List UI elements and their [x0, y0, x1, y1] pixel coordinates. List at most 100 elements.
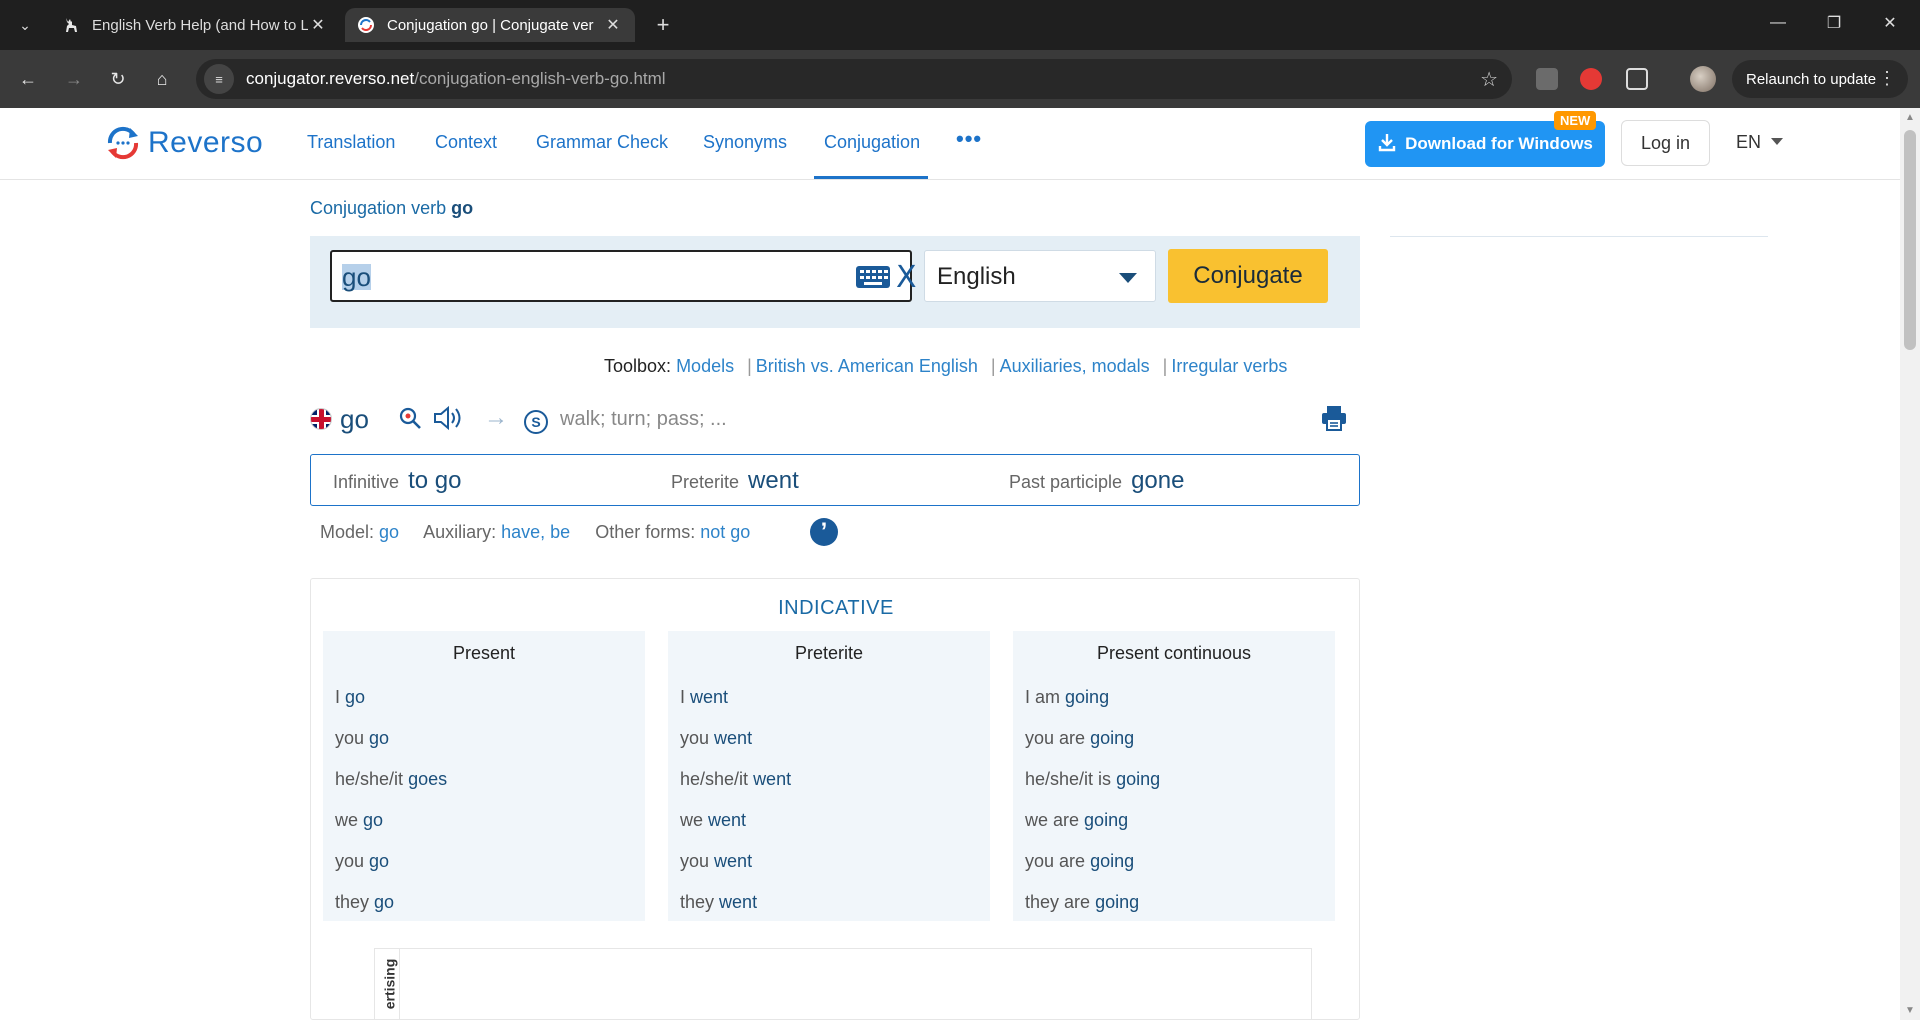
close-window-icon[interactable]: ✕ [1870, 8, 1910, 38]
verb-input[interactable]: go X [330, 250, 917, 302]
toolbox: Toolbox: Models | British vs. American En… [604, 356, 1287, 377]
synonyms-list[interactable]: walk; turn; pass; ... [560, 408, 727, 431]
search-examples-icon[interactable] [398, 406, 422, 436]
nav-synonyms[interactable]: Synonyms [703, 132, 787, 153]
nav-context[interactable]: Context [435, 132, 497, 153]
adblock-extension-icon[interactable] [1580, 68, 1602, 90]
conjugation-row: we went [680, 810, 747, 830]
sidebar-divider [1390, 236, 1768, 237]
page-scrollbar[interactable]: ▲ ▼ [1900, 108, 1920, 1020]
profile-avatar[interactable] [1690, 66, 1716, 92]
download-icon [1377, 132, 1397, 157]
new-badge: NEW [1554, 111, 1597, 130]
close-tab-icon[interactable]: ✕ [603, 15, 623, 35]
infinitive-form: Infinitive to go [333, 467, 462, 494]
verb-heading-line: go → S walk; turn; pass; ... [310, 400, 1360, 440]
uk-flag-icon [310, 408, 332, 430]
back-arrow-icon[interactable]: ← [14, 65, 42, 93]
tense-present-continuous: Present continuous I am going you are go… [1013, 631, 1335, 921]
browser-menu-icon[interactable]: ⋮ [1878, 68, 1896, 89]
tense-header: Present [452, 643, 516, 663]
conjugation-row: he/she/it goes [335, 769, 448, 789]
indicative-title: INDICATIVE [778, 597, 894, 619]
conjugate-button[interactable]: Conjugate [1168, 249, 1328, 303]
browser-tab-verb-help[interactable]: English Verb Help (and How to L ✕ [50, 8, 340, 42]
tab-title: English Verb Help (and How to L [92, 16, 308, 34]
more-menu-icon[interactable]: ••• [956, 126, 982, 152]
conjugation-row: we are going [1025, 810, 1129, 830]
url-text: conjugator.reverso.net/conjugation-engli… [246, 69, 666, 88]
reverso-logo[interactable]: Reverso [104, 124, 263, 162]
forward-arrow-icon[interactable]: → [60, 65, 88, 93]
conjugation-row: you go [335, 851, 390, 871]
conjugation-row: I went [680, 687, 729, 707]
extension-icon[interactable] [1536, 68, 1558, 90]
toolbox-label: Toolbox: [604, 356, 672, 376]
close-tab-icon[interactable]: ✕ [308, 15, 328, 35]
toolbox-link-auxiliaries[interactable]: Auxiliaries, modals [1000, 356, 1150, 376]
tense-present: Present I go you go he/she/it goes we go… [323, 631, 645, 921]
conjugation-row: I am going [1025, 687, 1110, 707]
contractions-toggle-icon[interactable]: ’ [810, 518, 838, 546]
nav-grammar-check[interactable]: Grammar Check [536, 132, 668, 153]
address-bar[interactable]: ≡ conjugator.reverso.net/conjugation-eng… [196, 59, 1512, 99]
advertising-label: ertising [374, 948, 400, 1020]
scroll-thumb[interactable] [1904, 130, 1916, 350]
principal-forms-box: Infinitive to go Preterite went Past par… [310, 454, 1360, 506]
new-tab-plus-icon[interactable]: + [650, 12, 676, 38]
extensions-puzzle-icon[interactable] [1626, 68, 1648, 90]
speaker-icon[interactable] [432, 404, 464, 439]
browser-tab-conjugation[interactable]: Conjugation go | Conjugate ver ✕ [345, 8, 635, 42]
auxiliary-link[interactable]: have, be [501, 522, 570, 542]
reverso-logo-icon [107, 126, 139, 160]
advertising-slot [374, 948, 1312, 1020]
scroll-up-icon[interactable]: ▲ [1905, 112, 1915, 123]
model-info-line: Model: go Auxiliary: have, be Other form… [320, 522, 751, 542]
conjugation-row: you are going [1025, 728, 1135, 748]
bookmark-star-icon[interactable]: ☆ [1480, 67, 1498, 92]
restore-icon[interactable]: ❐ [1814, 8, 1854, 38]
divider: | [747, 356, 752, 376]
conjugation-row: you went [680, 851, 753, 871]
reverso-favicon-icon [357, 16, 375, 34]
print-icon[interactable] [1320, 404, 1348, 431]
reload-icon[interactable]: ↻ [104, 65, 132, 93]
conjugation-row: you went [680, 728, 753, 748]
divider: | [1162, 356, 1168, 376]
conjugation-row: they are going [1025, 892, 1140, 912]
conjugation-row: I go [335, 687, 366, 707]
model-link[interactable]: go [379, 522, 399, 542]
clear-input-icon[interactable]: X [896, 260, 917, 295]
verb-heading: go [340, 404, 369, 434]
language-dropdown-value: English [937, 263, 1016, 290]
scroll-down-icon[interactable]: ▼ [1905, 1005, 1915, 1016]
conjugation-row: you are going [1025, 851, 1135, 871]
conjugation-row: they went [680, 892, 758, 912]
virtual-keyboard-icon[interactable] [856, 266, 890, 288]
login-button[interactable]: Log in [1621, 120, 1710, 166]
logo-text: Reverso [148, 126, 264, 159]
relaunch-button[interactable]: Relaunch to update ⋮ [1732, 60, 1908, 98]
minimize-icon[interactable]: — [1758, 8, 1798, 38]
nav-translation[interactable]: Translation [307, 132, 395, 153]
past-participle-form: Past participle gone [1009, 467, 1185, 494]
toolbox-link-models[interactable]: Models [676, 356, 734, 376]
conjugation-row: he/she/it went [680, 769, 792, 789]
language-selector[interactable]: EN [1736, 132, 1761, 153]
synonyms-icon[interactable]: S [524, 410, 548, 434]
arrow-right-icon: → [484, 404, 508, 431]
language-caret-icon[interactable] [1771, 138, 1783, 145]
home-icon[interactable]: ⌂ [148, 65, 176, 93]
conjugation-row: you go [335, 728, 390, 748]
tense-preterite: Preterite I went you went he/she/it went… [668, 631, 990, 921]
language-dropdown[interactable]: English [924, 250, 1156, 302]
other-forms-link[interactable]: not go [700, 522, 750, 542]
browser-toolbar: ← → ↻ ⌂ ≡ conjugator.reverso.net/conjuga… [0, 50, 1920, 108]
active-nav-underline [814, 176, 928, 179]
toolbox-link-british-american[interactable]: British vs. American English [756, 356, 978, 376]
relaunch-label: Relaunch to update [1746, 70, 1877, 88]
site-settings-icon[interactable]: ≡ [204, 64, 234, 94]
toolbox-link-irregular[interactable]: Irregular verbs [1171, 356, 1287, 376]
nav-conjugation[interactable]: Conjugation [824, 132, 920, 153]
tab-list-chevron-icon[interactable]: ⌄ [12, 12, 38, 38]
